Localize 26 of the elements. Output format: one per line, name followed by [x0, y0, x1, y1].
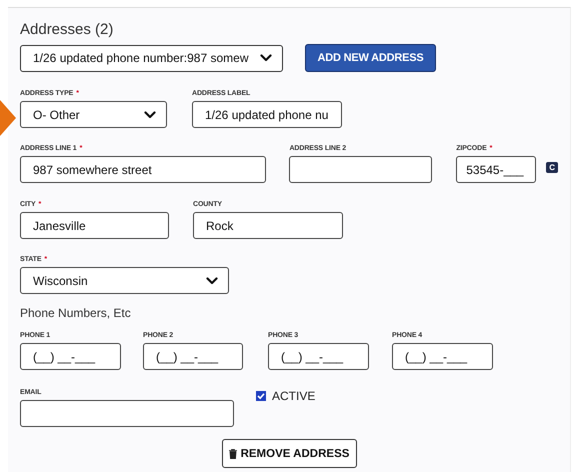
- chevron-down-icon: [144, 110, 156, 118]
- input-field[interactable]: 53545-___: [456, 156, 536, 183]
- chevron-down-icon: [260, 54, 272, 62]
- section-subheading: Phone Numbers, Etc: [20, 306, 131, 320]
- remove-address-button[interactable]: REMOVE ADDRESS: [222, 439, 356, 468]
- input-field[interactable]: Janesville: [20, 212, 169, 239]
- checkbox-label: ACTIVE: [272, 389, 316, 403]
- input-field[interactable]: [20, 400, 234, 427]
- input-field[interactable]: (__) __-___: [143, 343, 243, 370]
- chevron-down-icon: [206, 276, 218, 284]
- input-field[interactable]: (__) __-___: [392, 343, 493, 370]
- input-field[interactable]: (__) __-___: [268, 343, 369, 370]
- input-field[interactable]: Rock: [193, 212, 343, 239]
- trash-icon: [228, 448, 237, 458]
- c-badge[interactable]: C: [546, 162, 558, 173]
- input-field[interactable]: (__) __-___: [20, 343, 121, 370]
- input-field[interactable]: 987 somewhere street: [20, 156, 266, 183]
- section-title: Addresses (2): [20, 20, 114, 40]
- address-select-dropdown[interactable]: 1/26 updated phone number:987 somew: [20, 44, 283, 72]
- triangle-marker-icon: [0, 100, 16, 136]
- input-field[interactable]: [289, 156, 432, 183]
- select-dropdown[interactable]: O- Other: [20, 101, 167, 128]
- select-dropdown[interactable]: Wisconsin: [20, 267, 229, 294]
- input-field[interactable]: 1/26 updated phone nu: [192, 101, 342, 128]
- checkbox[interactable]: [256, 391, 266, 401]
- add-new-address-button[interactable]: ADD NEW ADDRESS: [305, 44, 436, 72]
